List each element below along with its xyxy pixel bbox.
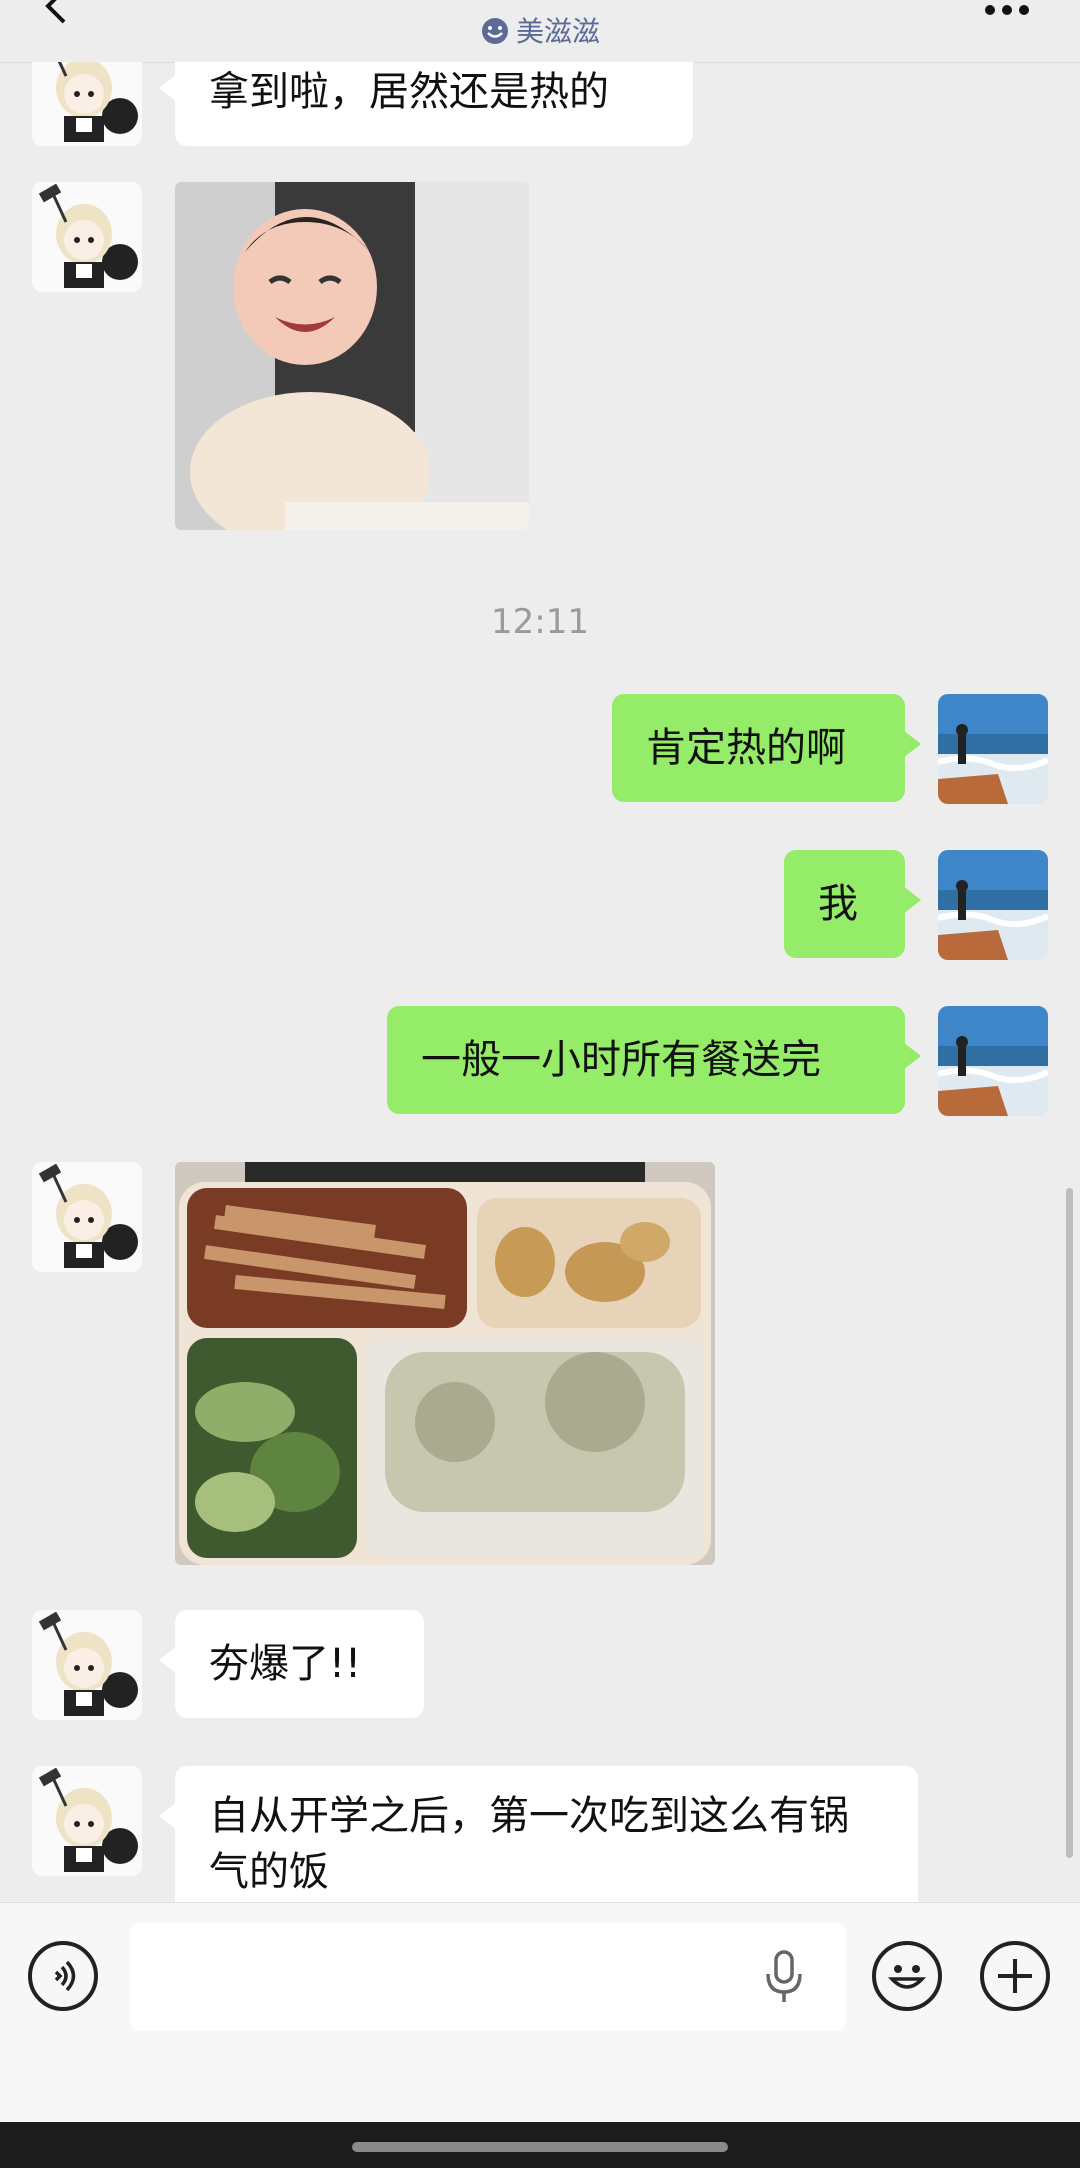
anime-avatar-icon [32,182,142,292]
smile-status-icon [481,18,508,44]
plus-button[interactable] [980,1941,1050,2011]
emoji-icon [887,1965,927,1989]
baby-sticker-image[interactable] [175,182,529,530]
my-avatar[interactable] [938,694,1048,804]
more-icon[interactable] [982,0,1032,18]
my-avatar[interactable] [938,850,1048,960]
message-text: 自从开学之后，第一次吃到这么有锅气的饭 [209,1793,849,1895]
contact-avatar[interactable] [32,1610,142,1720]
message-text: 肯定热的啊 [646,725,846,771]
message-input[interactable] [130,1923,846,2031]
contact-avatar[interactable] [32,1766,142,1876]
input-bar [0,1902,1080,2123]
message-timestamp: 12:11 [491,602,589,642]
emoji-button[interactable] [872,1941,942,2011]
my-avatar[interactable] [938,1006,1048,1116]
voice-icon [54,1960,76,1992]
message-text: 一般一小时所有餐送完 [421,1037,821,1083]
anime-avatar-icon [32,62,142,146]
message-bubble-outgoing[interactable]: 肯定热的啊 [612,694,921,802]
contact-avatar[interactable] [32,1162,142,1272]
voice-button[interactable] [28,1941,98,2011]
message-bubble-outgoing[interactable]: 一般一小时所有餐送完 [387,1006,921,1114]
plus-icon [998,1959,1032,1993]
anime-avatar-icon [32,1610,142,1720]
chat-header: 美滋滋 [0,0,1080,63]
mic-icon[interactable] [762,1950,806,2004]
message-text: 拿到啦，居然还是热的 [209,69,609,115]
message-text: 夯爆了!! [209,1641,362,1687]
beach-avatar-icon [938,694,1048,804]
chat-status: 美滋滋 [0,10,1080,50]
beach-avatar-icon [938,1006,1048,1116]
anime-avatar-icon [32,1766,142,1876]
contact-avatar[interactable] [32,182,142,292]
chat-subtitle: 美滋滋 [515,15,600,48]
message-bubble-incoming[interactable]: 自从开学之后，第一次吃到这么有锅气的饭 [159,1766,918,1902]
contact-avatar[interactable] [32,62,142,146]
home-bar-area [0,2122,1080,2168]
anime-avatar-icon [32,1162,142,1272]
message-bubble-outgoing[interactable]: 我 [784,850,921,958]
message-text: 我 [818,881,858,927]
message-list[interactable]: 拿到啦，居然还是热的 12:11 肯定热的啊 我 一般一小时所有餐送完 夯爆了!… [0,62,1080,1902]
scrollbar[interactable] [1066,1188,1073,1858]
home-indicator[interactable] [352,2142,728,2152]
message-bubble-incoming[interactable]: 拿到啦，居然还是热的 [159,62,693,146]
message-bubble-incoming[interactable]: 夯爆了!! [159,1610,424,1718]
beach-avatar-icon [938,850,1048,960]
meal-box-image[interactable] [175,1162,715,1565]
